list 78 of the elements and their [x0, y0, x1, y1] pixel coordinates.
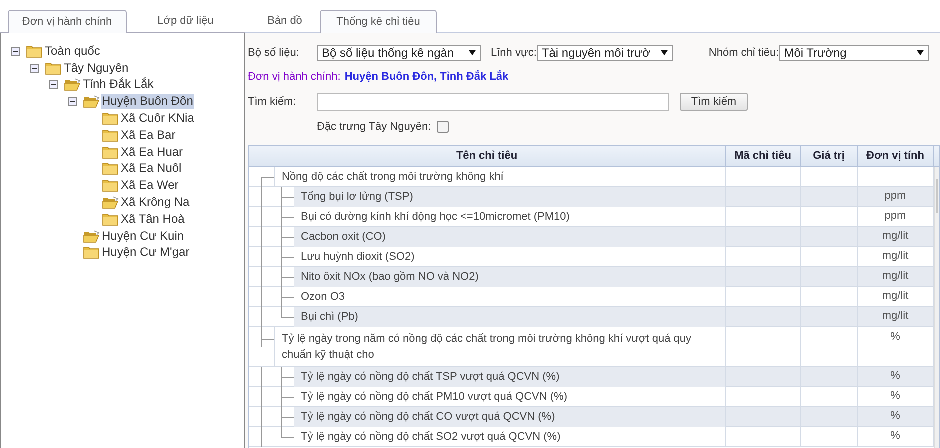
tree-item[interactable]: Xã Ea Wer — [120, 178, 180, 194]
unit-cell: mg/lit — [882, 230, 909, 244]
filter-label: Bộ số liệu: — [248, 47, 300, 59]
tree-item[interactable]: Tây Nguyên — [63, 60, 130, 76]
unit-cell: ppm — [884, 210, 906, 224]
column-header: Đơn vị tính — [858, 146, 934, 166]
table-row[interactable]: Lưu huỳnh đioxit (SO2) mg/lit — [249, 247, 934, 267]
checkbox[interactable] — [437, 121, 450, 133]
tree-item[interactable]: Xã Krông Na — [120, 195, 191, 210]
indicator-name: Tỷ lệ ngày có nồng độ chất PM10 vượt quá QCVN (%) — [300, 390, 568, 405]
unit-cell: mg/lit — [882, 310, 909, 324]
unit-cell: % — [890, 370, 900, 384]
search-button[interactable]: Tìm kiếm — [680, 93, 748, 111]
search-label: Tìm kiếm: — [248, 96, 298, 108]
panel-tab[interactable]: Thống kê chỉ tiêu — [320, 10, 437, 33]
table-row[interactable]: Bụi chì (Pb) mg/lit — [249, 307, 934, 327]
tree-item[interactable]: Huyện Buôn Đôn — [101, 94, 194, 110]
table-row[interactable]: Cacbon oxit (CO) mg/lit — [249, 227, 934, 247]
table-row[interactable]: Ozon O3 mg/lit — [249, 287, 934, 307]
caret-icon — [917, 50, 924, 56]
tree-item[interactable]: Tỉnh Đắk Lắk — [82, 77, 155, 92]
panel-tab[interactable]: Đơn vị hành chính — [8, 10, 127, 33]
checkbox-label: Đặc trưng Tây Nguyên: — [317, 121, 432, 133]
unit-cell: mg/lit — [882, 270, 909, 284]
collapse-icon[interactable] — [68, 97, 77, 106]
table-row[interactable]: Tỷ lệ ngày có nồng độ chất CO vượt quá QCVN (%) % — [249, 407, 934, 427]
filter-label: Lĩnh vực: — [491, 47, 537, 59]
scrollbar[interactable] — [934, 167, 939, 448]
indicator-name: Cacbon oxit (CO) — [294, 227, 725, 247]
table-row[interactable]: Tỷ lệ ngày có nồng độ chất TSP vượt quá QCVN (%) % — [249, 367, 934, 387]
unit-cell: % — [890, 390, 900, 404]
collapse-icon[interactable] — [49, 80, 58, 90]
unit-cell: % — [890, 410, 900, 424]
table-row[interactable]: Tỷ lệ ngày trong năm có nồng độ các chất trong môi trường không khí vượt quá quy chuẩn kỹ thuật cho % — [249, 327, 934, 367]
filter-label: Nhóm chỉ tiêu: — [708, 47, 780, 59]
table-row[interactable]: Tỷ lệ ngày có nồng độ chất SO2 vượt quá QCVN (%) % — [249, 427, 934, 447]
dropdown[interactable]: Tài nguyên môi trườ — [536, 45, 673, 61]
indicator-name: Tỷ lệ ngày có nồng độ chất SO2 vượt quá QCVN (%) — [300, 430, 562, 445]
tree-item[interactable]: Xã Ea Bar — [120, 128, 177, 143]
unit-cell: mg/lit — [882, 250, 909, 264]
tree-item[interactable]: Xã Tân Hoà — [120, 212, 186, 227]
admin-unit-label: Đơn vị hành chính: — [248, 71, 341, 83]
collapse-icon[interactable] — [11, 46, 20, 56]
collapse-icon[interactable] — [30, 64, 39, 73]
caret-icon — [469, 50, 476, 56]
table-row[interactable]: Tỷ lệ ngày có nồng độ chất PM10 vượt quá QCVN (%) % — [249, 387, 934, 407]
unit-cell: % — [890, 430, 900, 444]
indicator-name: Bụi có đường kính khí động học <=10micromet (PM10) — [300, 210, 571, 225]
indicator-name: Bụi chì (Pb) — [294, 307, 725, 327]
indicator-name: Tỷ lệ ngày có nồng độ chất CO vượt quá QCVN (%) — [294, 407, 725, 427]
table-row[interactable]: Nồng độ các chất trong môi trường không khí — [249, 167, 934, 187]
unit-cell: mg/lit — [882, 290, 909, 304]
column-header: Giá trị — [801, 146, 858, 166]
column-header: Mã chỉ tiêu — [726, 146, 801, 166]
panel-tab[interactable]: Bản đồ — [250, 10, 320, 32]
indicator-name: Lưu huỳnh đioxit (SO2) — [300, 250, 416, 265]
table-row[interactable]: Tổng bụi lơ lửng (TSP) ppm — [249, 187, 934, 207]
indicator-name: Tỷ lệ ngày có nồng độ chất TSP vượt quá QCVN (%) — [294, 367, 725, 387]
unit-cell: % — [890, 331, 900, 345]
tree-item[interactable]: Huyện Cư M'gar — [101, 245, 191, 260]
panel-tab[interactable]: Lớp dữ liệu — [126, 10, 245, 32]
table-row[interactable]: Nito ôxit NOx (bao gồm NO và NO2) mg/lit — [249, 267, 934, 287]
admin-unit-value: Huyện Buôn Đôn, Tỉnh Đắk Lắk — [344, 71, 509, 83]
dropdown[interactable]: Bộ số liệu thống kê ngàn — [317, 45, 481, 61]
indicator-name: Ozon O3 — [300, 290, 346, 305]
tree-item[interactable]: Xã Ea Huar — [120, 144, 184, 160]
tree-item[interactable]: Xã Cuôr KNia — [120, 111, 196, 126]
caret-icon — [660, 50, 668, 56]
dropdown[interactable]: Môi Trường — [779, 45, 930, 61]
tree-item[interactable]: Huyện Cư Kuin — [101, 228, 186, 244]
indicator-name: Tổng bụi lơ lửng (TSP) — [294, 187, 725, 207]
search-field[interactable] — [317, 93, 669, 111]
tree-item[interactable]: Toàn quốc — [44, 44, 102, 59]
table-row[interactable]: Bụi có đường kính khí động học <=10micromet (PM10) ppm — [249, 207, 934, 227]
indicator-name: Nito ôxit NOx (bao gồm NO và NO2) — [294, 267, 725, 287]
unit-cell: ppm — [884, 190, 906, 204]
tree-item[interactable]: Xã Ea Nuôl — [120, 161, 183, 176]
column-header: Tên chỉ tiêu — [249, 146, 726, 166]
